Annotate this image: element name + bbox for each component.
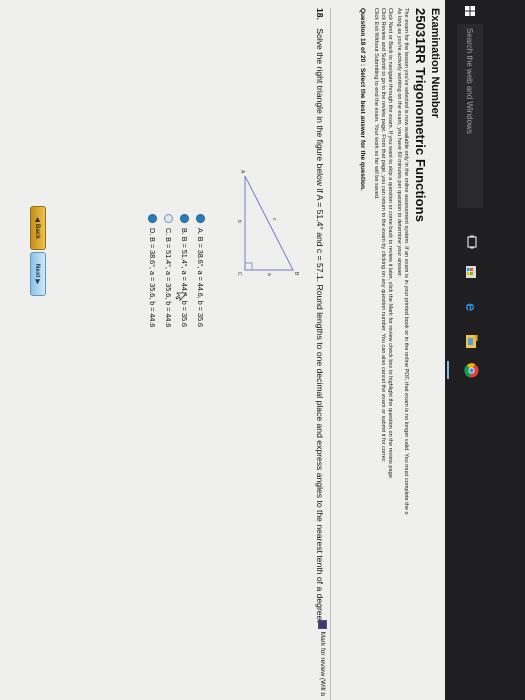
question-header: Question 18 of 20 : Select the best answ…: [359, 8, 366, 191]
choice-d[interactable]: D. B = 38.6°, a = 35.6, b = 44.6: [145, 214, 161, 327]
divider: [330, 8, 331, 700]
radio-button[interactable]: [180, 214, 190, 223]
choice-label: C. B = 51.4°, a = 35.6, b = 44.6: [164, 228, 174, 328]
answer-choices: A. B = 38.6°, a = 44.6, b = 35.6 B. B = …: [145, 214, 209, 327]
store-icon[interactable]: [464, 264, 480, 280]
vertex-label-c: C: [236, 272, 242, 276]
side-label-b: b: [236, 220, 242, 223]
choice-label: D. B = 38.6°, a = 35.6, b = 44.6: [148, 228, 158, 328]
svg-text:e: e: [465, 303, 480, 311]
instruction-line: Click Review and Submit to go to the rev…: [380, 8, 386, 462]
windows-start-icon[interactable]: [465, 6, 475, 16]
vertex-label-b: B: [293, 272, 299, 276]
radio-button[interactable]: [148, 214, 158, 223]
file-explorer-icon[interactable]: [464, 333, 480, 349]
side-label-a: a: [266, 273, 272, 276]
next-button-label: Next: [34, 263, 42, 278]
question-prompt: Solve the right triangle in the figure b…: [315, 28, 325, 623]
instruction-line: Click Next or Back to navigate through t…: [387, 8, 393, 480]
active-app-indicator: [447, 361, 449, 379]
back-button-label: Back: [34, 223, 42, 239]
triangle-figure: A B C b a c: [236, 170, 299, 276]
vertex-label-a: A: [239, 170, 245, 174]
task-view-icon[interactable]: [464, 234, 480, 250]
exam-header: Examination Number 25031RR Trigonometric…: [413, 0, 445, 700]
instruction-line: The exam for the lesson you've selected …: [403, 8, 409, 515]
side-label-c: c: [271, 218, 277, 221]
back-arrow-icon: ◀: [34, 217, 42, 222]
question-number: 18.: [315, 8, 325, 20]
exam-page: Examination Number 25031RR Trigonometric…: [0, 0, 445, 700]
instruction-line: As long as you're actively working on th…: [396, 8, 402, 278]
taskbar-search-box[interactable]: Search the web and Windows: [457, 24, 483, 208]
instructions: The exam for the lesson you've selected …: [372, 0, 413, 700]
exam-code: 25031RR Trigonometric Functions: [413, 8, 428, 223]
exam-title: Examination Number: [429, 8, 441, 119]
choice-label: A. B = 38.6°, a = 44.6, b = 35.6: [196, 228, 206, 327]
choice-b[interactable]: B. B = 51.4°, a = 44.6, b = 35.6: [177, 214, 193, 327]
next-arrow-icon: ▶: [34, 279, 42, 285]
radio-button[interactable]: [196, 214, 206, 223]
screen: Search the web and Windows e Examination…: [0, 0, 525, 700]
choice-a[interactable]: A. B = 38.6°, a = 44.6, b = 35.6: [193, 214, 209, 327]
choice-c[interactable]: C. B = 51.4°, a = 35.6, b = 44.6: [161, 214, 177, 327]
taskbar: Search the web and Windows e: [445, 0, 525, 700]
taskbar-search-placeholder: Search the web and Windows: [465, 28, 475, 134]
instruction-line: Click Exit Without Submitting to end the…: [373, 8, 379, 200]
choice-label: B. B = 51.4°, a = 44.6, b = 35.6: [180, 228, 190, 327]
question-text: 18. Solve the right triangle in the figu…: [315, 8, 325, 700]
back-button[interactable]: ◀ Back: [30, 206, 46, 250]
radio-button[interactable]: [164, 214, 174, 223]
edge-browser-icon[interactable]: e: [464, 301, 480, 317]
chrome-icon[interactable]: [464, 362, 480, 378]
mouse-pointer-icon: [175, 292, 187, 302]
next-button[interactable]: Next ▶: [30, 252, 46, 296]
